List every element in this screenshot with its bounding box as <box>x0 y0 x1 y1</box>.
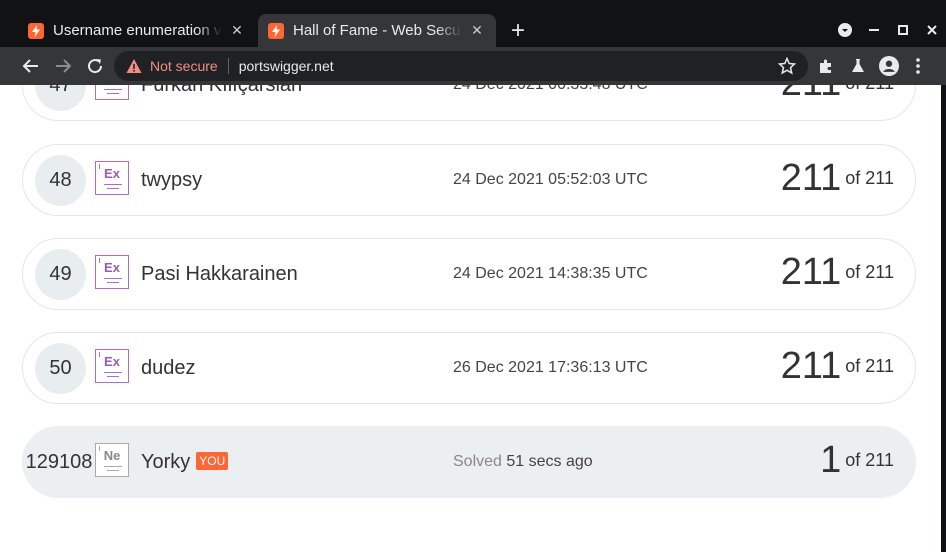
tab-title: Hall of Fame - Web Securi <box>293 22 462 39</box>
maximize-icon[interactable] <box>888 18 917 42</box>
forward-arrow-icon[interactable] <box>48 51 78 81</box>
score: 211of 211 <box>780 251 894 293</box>
leaderboard-row: 50 Ex dudez 26 Dec 2021 17:36:13 UTC 211… <box>22 332 916 404</box>
completion-date: 24 Dec 2021 05:52:03 UTC <box>453 171 648 188</box>
solved-ago: 51 secs ago <box>506 453 593 470</box>
level-badge-icon: Ex <box>95 349 129 383</box>
score: 211of 211 <box>780 345 894 387</box>
close-window-icon[interactable] <box>917 18 946 42</box>
window-controls <box>830 18 946 42</box>
tab-username-enumeration[interactable]: Username enumeration vi ✕ <box>18 14 256 47</box>
level-badge-icon: Ne <box>95 443 129 477</box>
username: Yorky YOU <box>141 451 229 474</box>
rank-number: 48 <box>35 155 86 206</box>
not-secure-label[interactable]: Not secure <box>150 58 218 74</box>
tab-search-icon[interactable] <box>830 18 859 42</box>
leaderboard-row: 47 Ex Furkan Kılıçarslan 24 Dec 2021 00:… <box>22 85 916 121</box>
profile-avatar-icon[interactable] <box>879 56 899 76</box>
url-text[interactable]: portswigger.net <box>239 58 334 74</box>
address-bar[interactable]: Not secure portswigger.net <box>114 51 808 81</box>
completion-date: 24 Dec 2021 14:38:35 UTC <box>453 265 648 282</box>
reload-icon[interactable] <box>80 51 110 81</box>
rank-number: 49 <box>35 249 86 300</box>
leaderboard-row: 49 Ex Pasi Hakkarainen 24 Dec 2021 14:38… <box>22 238 916 310</box>
hall-of-fame-page: 47 Ex Furkan Kılıçarslan 24 Dec 2021 00:… <box>0 85 941 552</box>
close-tab-icon[interactable]: ✕ <box>228 22 246 40</box>
tab-hall-of-fame[interactable]: Hall of Fame - Web Securi ✕ <box>258 14 496 47</box>
rank-number: 47 <box>35 85 86 111</box>
portswigger-favicon-icon <box>268 22 284 39</box>
completion-date: 26 Dec 2021 17:36:13 UTC <box>453 359 648 376</box>
username[interactable]: Pasi Hakkarainen <box>141 263 298 286</box>
username[interactable]: Furkan Kılıçarslan <box>141 85 302 97</box>
divider <box>227 58 229 74</box>
lab-flask-icon[interactable] <box>848 56 868 76</box>
browser-toolbar: Not secure portswigger.net <box>0 47 946 85</box>
score: 211of 211 <box>781 85 894 105</box>
menu-kebab-icon[interactable] <box>908 56 928 76</box>
solved-label: Solved <box>453 453 502 470</box>
my-leaderboard-row: 129108 Ne Yorky YOU Solved 51 secs ago 1o… <box>22 426 916 498</box>
username[interactable]: twypsy <box>141 169 202 192</box>
bookmark-star-icon[interactable] <box>778 57 796 75</box>
extensions-puzzle-icon[interactable] <box>816 56 836 76</box>
tab-strip: Username enumeration vi ✕ Hall of Fame -… <box>0 0 946 47</box>
rank-number: 50 <box>35 343 86 394</box>
level-badge-icon: Ex <box>95 255 129 289</box>
completion-date: 24 Dec 2021 00:33:48 UTC <box>453 85 648 94</box>
level-badge-icon: Ex <box>95 85 129 100</box>
username-text[interactable]: Yorky <box>141 451 190 473</box>
score: 211of 211 <box>780 157 894 199</box>
back-arrow-icon[interactable] <box>16 51 46 81</box>
leaderboard-row: 48 Ex twypsy 24 Dec 2021 05:52:03 UTC 21… <box>22 144 916 216</box>
username[interactable]: dudez <box>141 357 196 380</box>
portswigger-favicon-icon <box>28 22 44 39</box>
rank-number: 129108 <box>25 451 93 473</box>
new-tab-button[interactable]: + <box>506 19 530 44</box>
warning-triangle-icon <box>126 59 142 73</box>
solved-time: Solved 51 secs ago <box>453 453 593 471</box>
you-badge: YOU <box>196 452 229 470</box>
minimize-icon[interactable] <box>859 18 888 42</box>
score: 1 of 211 <box>820 439 894 481</box>
page-scrollbar[interactable] <box>941 85 946 552</box>
tab-title: Username enumeration vi <box>53 22 222 39</box>
close-tab-icon[interactable]: ✕ <box>468 22 486 40</box>
browser-window: Username enumeration vi ✕ Hall of Fame -… <box>0 0 946 552</box>
level-badge-icon: Ex <box>95 161 129 195</box>
